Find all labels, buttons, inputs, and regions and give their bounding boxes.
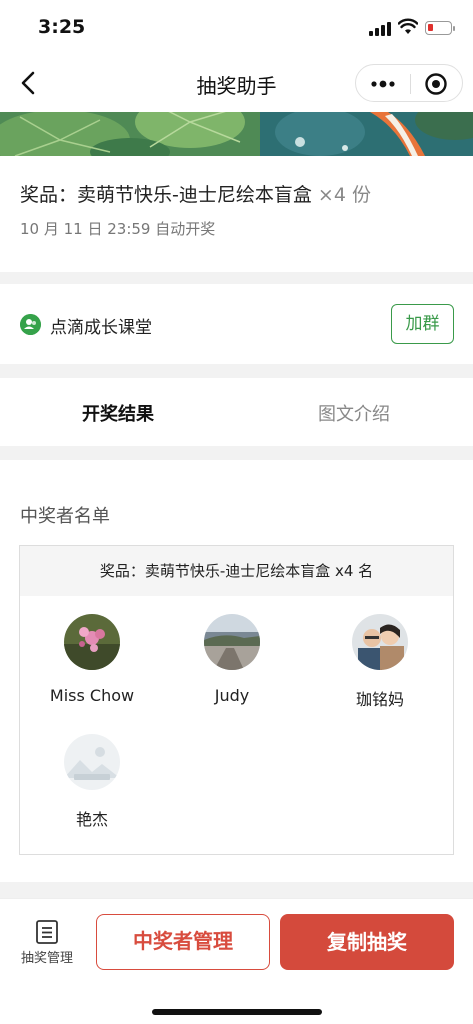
lottery-manage-tab[interactable]: 抽奖管理 — [14, 915, 80, 975]
tab-results[interactable]: 开奖结果 — [82, 400, 154, 426]
tabs: 开奖结果 图文介绍 — [0, 378, 473, 446]
battery-icon — [425, 21, 455, 35]
winners-heading: 中奖者名单 — [20, 506, 110, 527]
prize-card: 奖品：卖萌节快乐-迪士尼绘本盲盒 ×4 份 10 月 11 日 23:59 自动… — [0, 156, 473, 272]
capsule-divider — [410, 74, 411, 94]
wifi-icon — [398, 18, 418, 34]
banner-image — [0, 112, 473, 156]
tab-intro[interactable]: 图文介绍 — [318, 400, 390, 426]
avatar — [352, 614, 408, 670]
status-bar: 3:25 — [0, 0, 473, 56]
lottery-manage-label: 抽奖管理 — [20, 951, 73, 966]
prize-count: ×4 份 — [317, 184, 371, 206]
winners-box-header: 奖品：卖萌节快乐-迪士尼绘本盲盒 x4 名 — [20, 546, 453, 596]
status-time: 3:25 — [38, 16, 86, 38]
group-name: 点滴成长课堂 — [50, 318, 152, 338]
winner-item[interactable]: Judy — [172, 614, 292, 705]
winner-name: Miss Chow — [49, 686, 135, 705]
list-icon — [36, 920, 58, 944]
target-icon[interactable] — [424, 72, 448, 96]
avatar — [64, 734, 120, 790]
winner-item[interactable]: Miss Chow — [32, 614, 152, 705]
winner-manage-button[interactable]: 中奖者管理 — [96, 914, 270, 970]
draw-time: 10 月 11 日 23:59 自动开奖 — [20, 220, 216, 238]
winner-name: 艳杰 — [75, 810, 108, 829]
winners-box: 奖品：卖萌节快乐-迪士尼绘本盲盒 x4 名 Miss Chow Judy 珈铭妈… — [19, 545, 454, 855]
battery-level — [428, 24, 433, 31]
join-group-button[interactable]: 加群 — [391, 304, 454, 344]
more-icon[interactable] — [368, 74, 398, 94]
winner-item[interactable]: 珈铭妈 — [320, 614, 440, 710]
bottom-bar: 抽奖管理 中奖者管理 复制抽奖 — [0, 898, 473, 1024]
winner-item[interactable]: 艳杰 — [32, 734, 152, 830]
signal-icon — [369, 22, 391, 36]
winners-section: 中奖者名单 奖品：卖萌节快乐-迪士尼绘本盲盒 x4 名 Miss Chow Ju… — [0, 460, 473, 882]
prize-label: 奖品：卖萌节快乐-迪士尼绘本盲盒 — [20, 184, 312, 206]
group-row[interactable]: 点滴成长课堂 加群 — [0, 284, 473, 364]
home-indicator[interactable] — [152, 1009, 322, 1015]
group-icon — [20, 314, 41, 335]
avatar — [204, 614, 260, 670]
winner-name: 珈铭妈 — [355, 690, 404, 709]
mini-program-capsule — [355, 64, 463, 102]
winner-name: Judy — [214, 686, 250, 705]
nav-bar: 抽奖助手 — [0, 56, 473, 112]
copy-lottery-button[interactable]: 复制抽奖 — [280, 914, 454, 970]
avatar — [64, 614, 120, 670]
prize-title: 奖品：卖萌节快乐-迪士尼绘本盲盒 ×4 份 — [20, 180, 371, 207]
